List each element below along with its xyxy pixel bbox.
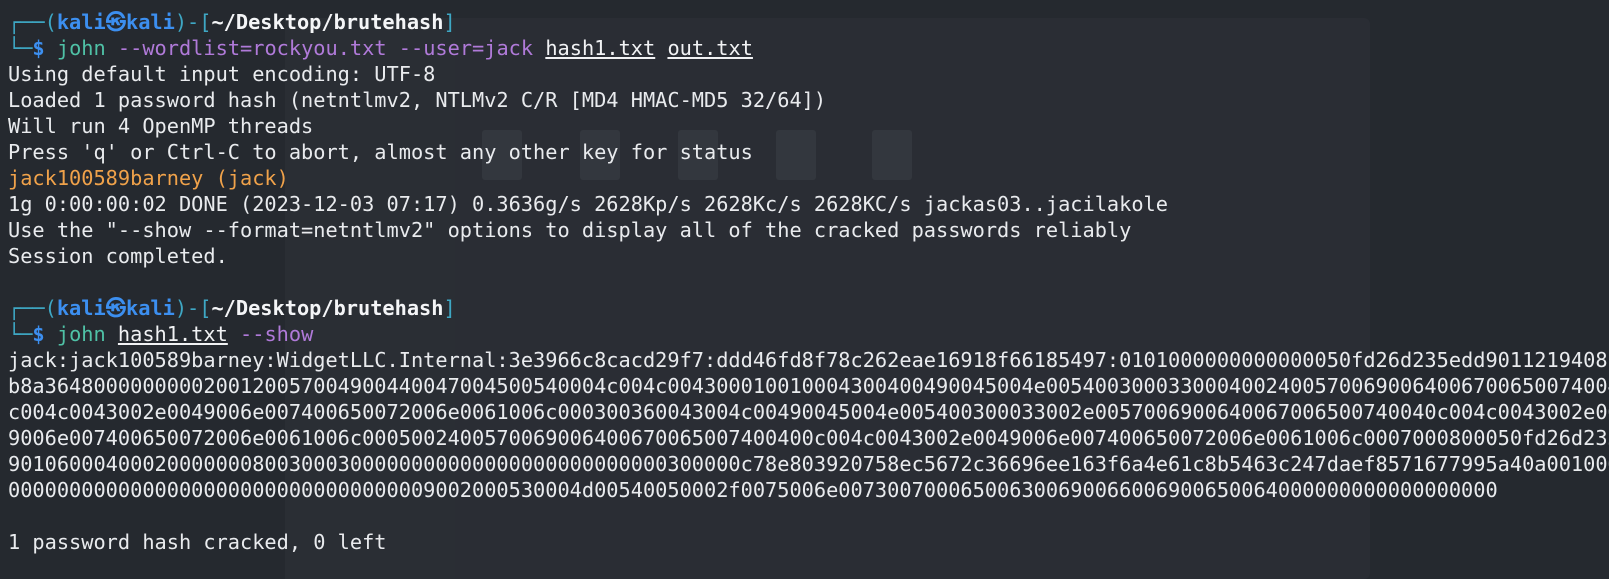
hash-output-line: 0000000000000000000000000000000000900200… xyxy=(8,478,1498,502)
hash-output-line: jack:jack100589barney:WidgetLLC.Internal… xyxy=(8,348,1609,372)
output-line: Press 'q' or Ctrl-C to abort, almost any… xyxy=(8,140,753,164)
prompt-line-top: ┌──(kali㉿kali)-[~/Desktop/brutehash] xyxy=(8,295,1609,321)
prompt-frame: └─ xyxy=(8,322,33,346)
cracked-user: (jack) xyxy=(215,166,289,190)
command-name: john xyxy=(56,322,106,346)
prompt-frame: └─ xyxy=(8,36,33,60)
prompt-frame: )-[ xyxy=(174,296,212,320)
output-line: Loaded 1 password hash (netntlmv2, NTLMv… xyxy=(8,88,827,112)
cracked-password: jack100589barney xyxy=(8,166,204,190)
command-option: --wordlist=rockyou.txt xyxy=(117,36,387,60)
hash-output-line: b8a3648000000000200120057004900440047004… xyxy=(8,374,1609,398)
command-file-arg: out.txt xyxy=(667,36,753,60)
terminal-window[interactable]: ┌──(kali㉿kali)-[~/Desktop/brutehash] └─$… xyxy=(0,0,1609,579)
hash-output-line: 9006e007400650072006e0061006c00050024005… xyxy=(8,426,1609,450)
prompt-frame: ] xyxy=(443,296,456,320)
hash-output-line: 9010600040002000000080030003000000000000… xyxy=(8,452,1609,476)
summary-line: 1 password hash cracked, 0 left xyxy=(8,530,387,554)
prompt-frame: ┌──( xyxy=(8,296,57,320)
command-file-arg: hash1.txt xyxy=(545,36,656,60)
cracked-result-line: jack100589barney (jack) xyxy=(8,165,1609,191)
kali-symbol-icon: ㉿ xyxy=(105,296,126,320)
output-line: Using default input encoding: UTF-8 xyxy=(8,62,436,86)
prompt-frame: ] xyxy=(443,10,456,34)
terminal-output[interactable]: ┌──(kali㉿kali)-[~/Desktop/brutehash] └─$… xyxy=(8,9,1609,555)
prompt-host: kali xyxy=(125,296,175,320)
output-line: Session completed. xyxy=(8,244,228,268)
prompt-frame: )-[ xyxy=(174,10,212,34)
output-line: Will run 4 OpenMP threads xyxy=(8,114,314,138)
prompt-frame: ┌──( xyxy=(8,10,57,34)
kali-symbol-icon: ㉿ xyxy=(105,10,126,34)
prompt-host: kali xyxy=(125,10,175,34)
prompt-user: kali xyxy=(56,296,106,320)
command-option: --show xyxy=(240,322,314,346)
prompt-dollar: $ xyxy=(32,36,45,60)
output-line: 1g 0:00:00:02 DONE (2023-12-03 07:17) 0.… xyxy=(8,192,1168,216)
prompt-dollar: $ xyxy=(32,322,45,346)
command-file-arg: hash1.txt xyxy=(117,322,228,346)
prompt-line-top: ┌──(kali㉿kali)-[~/Desktop/brutehash] xyxy=(8,9,1609,35)
output-line: Use the "--show --format=netntlmv2" opti… xyxy=(8,218,1132,242)
command-option: --user=jack xyxy=(398,36,534,60)
command-line: └─$ john hash1.txt --show xyxy=(8,321,1609,347)
command-name: john xyxy=(56,36,106,60)
command-line: └─$ john --wordlist=rockyou.txt --user=j… xyxy=(8,35,1609,61)
hash-output-line: c004c0043002e0049006e007400650072006e006… xyxy=(8,400,1609,424)
prompt-path: ~/Desktop/brutehash xyxy=(211,296,444,320)
prompt-path: ~/Desktop/brutehash xyxy=(211,10,444,34)
prompt-user: kali xyxy=(56,10,106,34)
